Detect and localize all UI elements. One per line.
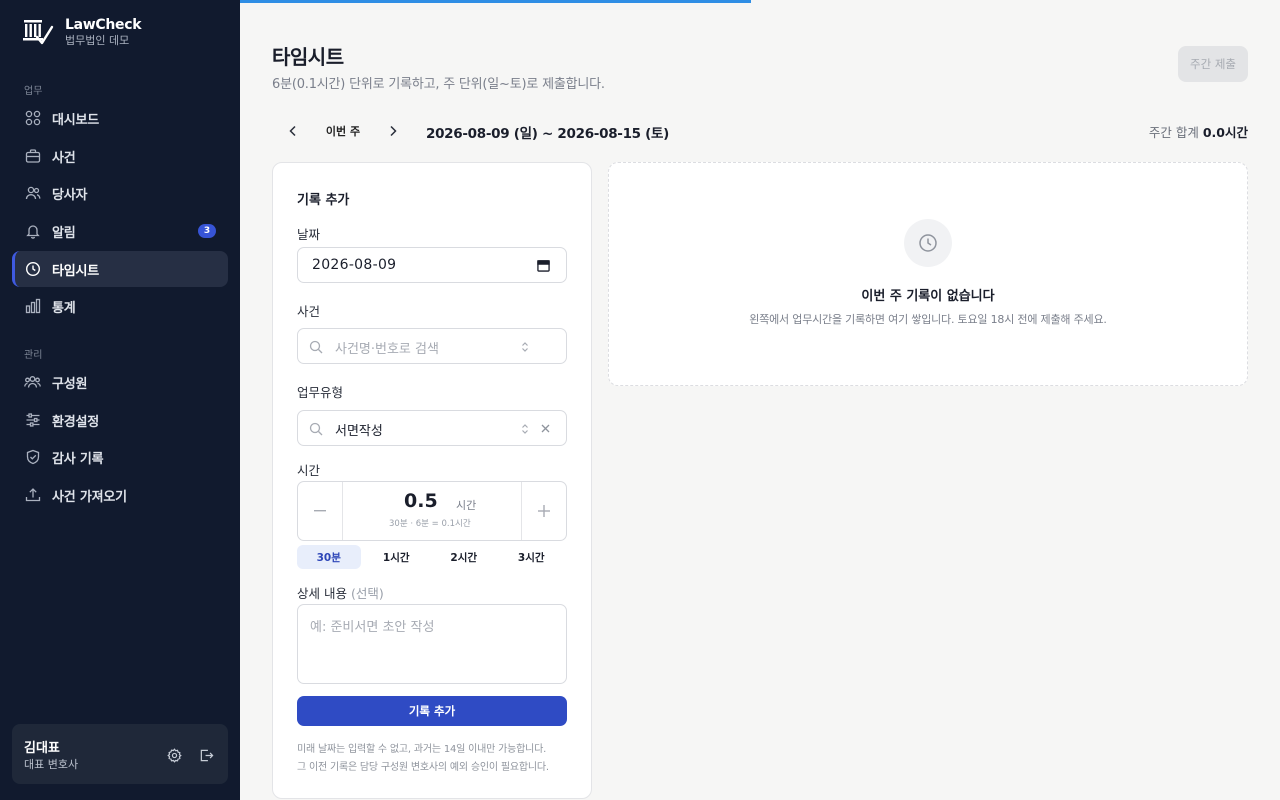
sidebar-item-label: 구성원: [52, 376, 88, 392]
add-entry-card: 기록 추가 날짜 2026-08-09 사건 사건명·번호로 검색 업무유형 서…: [272, 162, 592, 799]
search-icon: [308, 339, 323, 354]
nav-section-work: 업무: [24, 86, 43, 97]
brand-name: LawCheck: [65, 17, 142, 33]
empty-description: 왼쪽에서 업무시간을 기록하면 여기 쌓입니다. 토요일 18시 전에 제출해 …: [749, 313, 1107, 326]
detail-label: 상세 내용 (선택): [297, 583, 384, 602]
weekly-total: 주간 합계 0.0시간: [1149, 122, 1248, 141]
preset-1h-button[interactable]: 1시간: [365, 545, 429, 569]
entries-empty-state: 이번 주 기록이 없습니다 왼쪽에서 업무시간을 기록하면 여기 쌓입니다. 토…: [608, 162, 1248, 386]
shield-icon: [24, 449, 41, 466]
time-presets: 30분 1시간 2시간 3시간: [297, 545, 567, 569]
briefcase-icon: [24, 148, 41, 165]
sidebar-item-audit-log[interactable]: 감사 기록: [12, 439, 228, 475]
sidebar: LawCheck 법무법인 데모 업무 대시보드 사건 당사자 알림 3 타임시…: [0, 0, 240, 800]
detail-label-text: 상세 내용: [297, 586, 347, 601]
clear-icon[interactable]: [538, 421, 553, 436]
sidebar-item-label: 통계: [52, 300, 76, 316]
brand[interactable]: LawCheck 법무법인 데모: [22, 16, 142, 48]
preset-2h-button[interactable]: 2시간: [432, 545, 496, 569]
weekly-total-label: 주간 합계: [1148, 125, 1199, 140]
grid-icon: [24, 110, 41, 127]
sidebar-item-cases[interactable]: 사건: [12, 138, 228, 174]
sidebar-item-label: 사건 가져오기: [52, 489, 127, 505]
date-rule-note: 미래 날짜는 입력할 수 없고, 과거는 14일 이내만 가능합니다.: [297, 744, 547, 755]
work-type-combobox[interactable]: 서면작성: [297, 410, 567, 446]
time-hint: 30분 · 6분 = 0.1시간: [389, 519, 471, 529]
sidebar-item-label: 환경설정: [52, 414, 100, 430]
bell-icon: [24, 223, 41, 240]
sidebar-item-parties[interactable]: 당사자: [12, 175, 228, 211]
sidebar-item-members[interactable]: 구성원: [12, 364, 228, 400]
detail-placeholder: 예: 준비서면 초안 작성: [310, 620, 435, 635]
week-range: 2026-08-09 (일) ~ 2026-08-15 (토): [426, 126, 670, 142]
preset-3h-button[interactable]: 3시간: [500, 545, 564, 569]
logout-icon[interactable]: [197, 746, 215, 764]
sidebar-item-label: 알림: [52, 225, 76, 241]
sidebar-item-notifications[interactable]: 알림 3: [12, 213, 228, 249]
brand-subtitle: 법무법인 데모: [65, 34, 130, 47]
sidebar-item-import-cases[interactable]: 사건 가져오기: [12, 477, 228, 513]
detail-optional-text: (선택): [350, 586, 384, 601]
work-type-label: 업무유형: [297, 385, 344, 400]
weekly-submit-button[interactable]: 주간 제출: [1178, 46, 1248, 82]
upload-icon: [24, 487, 41, 504]
case-search-placeholder: 사건명·번호로 검색: [335, 342, 439, 357]
case-search-combobox[interactable]: 사건명·번호로 검색: [297, 328, 567, 364]
user-role: 대표 변호사: [24, 758, 79, 771]
empty-title: 이번 주 기록이 없습니다: [861, 289, 995, 304]
time-value: 0.5: [404, 490, 438, 512]
page-subtitle: 6분(0.1시간) 단위로 기록하고, 주 단위(일~토)로 제출합니다.: [272, 77, 605, 92]
approval-rule-note: 그 이전 기록은 담당 구성원 변호사의 예외 승인이 필요합니다.: [297, 762, 549, 773]
add-entry-title: 기록 추가: [297, 193, 350, 208]
nav-section-admin: 관리: [24, 350, 43, 361]
users-icon: [24, 185, 41, 202]
sidebar-item-statistics[interactable]: 통계: [12, 288, 228, 324]
chevron-up-down-icon[interactable]: [517, 421, 532, 436]
detail-textarea[interactable]: 예: 준비서면 초안 작성: [297, 604, 567, 684]
this-week-button[interactable]: 이번 주: [314, 118, 372, 144]
date-label: 날짜: [297, 227, 321, 242]
clock-icon: [904, 219, 952, 267]
date-value: 2026-08-09: [312, 257, 397, 273]
decrease-time-button[interactable]: [298, 482, 343, 540]
sliders-icon: [24, 412, 41, 429]
date-field[interactable]: 2026-08-09: [297, 247, 567, 283]
time-label: 시간: [297, 463, 321, 478]
clock-icon: [24, 261, 41, 278]
courthouse-logo-icon: [23, 20, 54, 45]
sidebar-item-settings[interactable]: 환경설정: [12, 402, 228, 438]
time-unit: 시간: [456, 499, 477, 512]
sidebar-item-label: 타임시트: [52, 263, 100, 279]
bar-chart-icon: [24, 298, 41, 315]
sidebar-item-dashboard[interactable]: 대시보드: [12, 100, 228, 136]
sidebar-item-label: 사건: [52, 150, 76, 166]
case-label: 사건: [297, 304, 321, 319]
sidebar-item-label: 감사 기록: [52, 451, 104, 467]
user-card: 김대표 대표 변호사: [12, 724, 228, 784]
top-progress-bar: [240, 0, 751, 3]
chevron-right-icon[interactable]: [384, 122, 402, 140]
page-title: 타임시트: [272, 45, 344, 69]
user-name: 김대표: [24, 741, 60, 756]
team-icon: [24, 374, 41, 391]
sidebar-item-timesheet[interactable]: 타임시트: [12, 251, 228, 287]
search-icon: [308, 421, 323, 436]
work-type-value: 서면작성: [335, 424, 383, 439]
increase-time-button[interactable]: [521, 482, 566, 540]
chevron-left-icon[interactable]: [284, 122, 302, 140]
preset-30min-button[interactable]: 30분: [297, 545, 361, 569]
notification-count-badge: 3: [198, 224, 216, 238]
time-stepper: 0.5 시간 30분 · 6분 = 0.1시간: [297, 481, 567, 541]
sidebar-item-label: 대시보드: [52, 112, 100, 128]
sidebar-item-label: 당사자: [52, 187, 88, 203]
add-entry-button[interactable]: 기록 추가: [297, 696, 567, 726]
chevron-up-down-icon[interactable]: [517, 339, 532, 354]
gear-icon[interactable]: [165, 746, 183, 764]
weekly-total-value: 0.0시간: [1202, 125, 1248, 140]
calendar-icon[interactable]: [536, 258, 551, 273]
